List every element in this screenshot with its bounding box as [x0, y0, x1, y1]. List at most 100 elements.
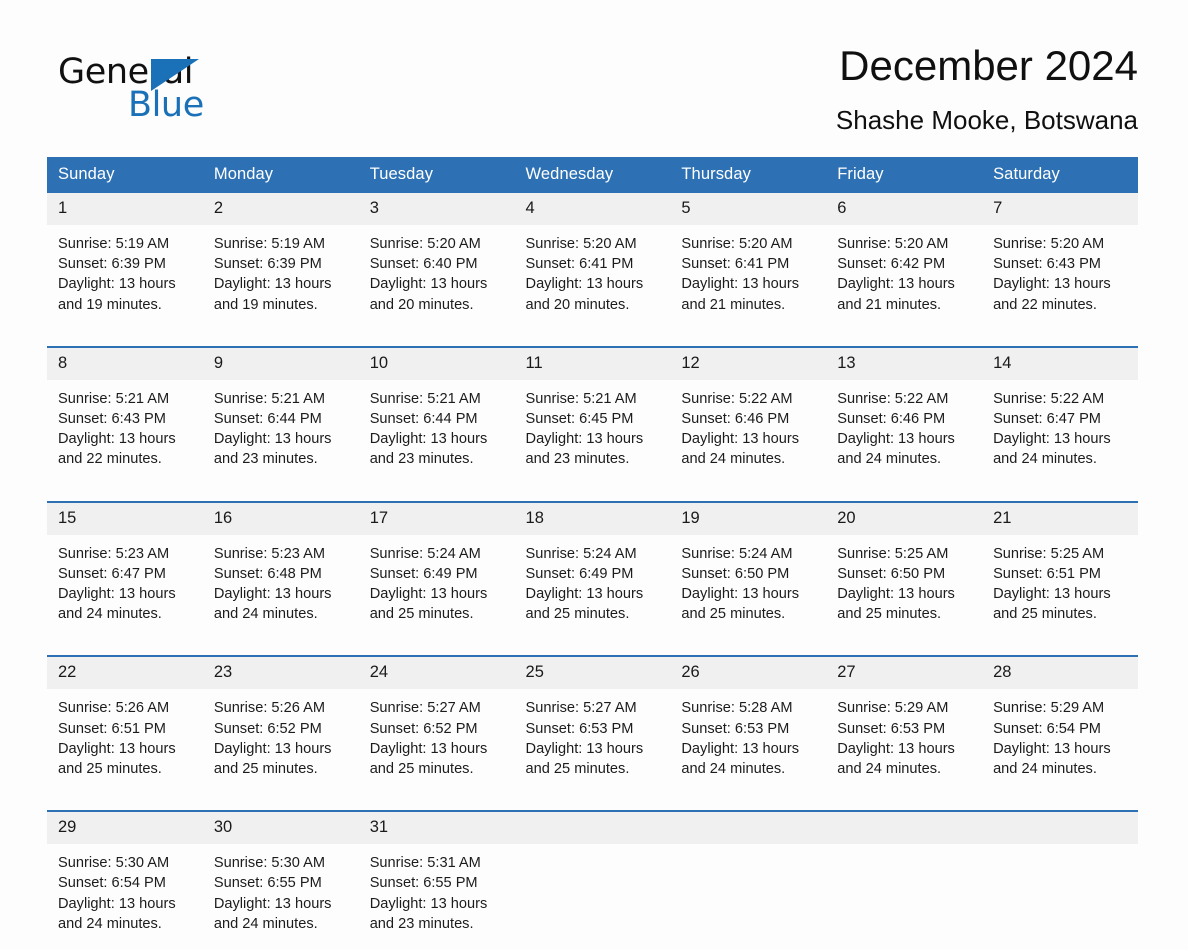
day-details: Sunrise: 5:30 AM Sunset: 6:55 PM Dayligh…	[203, 844, 359, 950]
sunrise-text: Sunrise: 5:21 AM	[525, 390, 637, 407]
day-cell[interactable]: 6 Sunrise: 5:20 AM Sunset: 6:42 PM Dayli…	[826, 193, 983, 331]
day-cell-empty	[982, 810, 1138, 950]
sunset-text: Sunset: 6:54 PM	[993, 720, 1101, 737]
week-spacer	[47, 485, 1138, 502]
daylight-text-line1: Daylight: 13 hours	[525, 431, 644, 448]
daylight-text-line1: Daylight: 13 hours	[213, 431, 332, 448]
day-cell[interactable]: 23 Sunrise: 5:26 AM Sunset: 6:52 PM Dayl…	[202, 655, 359, 796]
day-details: Sunrise: 5:26 AM Sunset: 6:52 PM Dayligh…	[203, 689, 359, 795]
day-details: Sunrise: 5:30 AM Sunset: 6:54 PM Dayligh…	[47, 844, 203, 950]
day-details: Sunrise: 5:29 AM Sunset: 6:53 PM Dayligh…	[826, 689, 982, 795]
sunrise-text: Sunrise: 5:29 AM	[837, 700, 949, 717]
sunrise-text: Sunrise: 5:26 AM	[213, 700, 325, 717]
sunrise-text: Sunrise: 5:19 AM	[213, 236, 325, 252]
sunset-text: Sunset: 6:47 PM	[993, 411, 1101, 428]
calendar-body: 1 Sunrise: 5:19 AM Sunset: 6:39 PM Dayli…	[47, 193, 1138, 950]
day-cell[interactable]: 16 Sunrise: 5:23 AM Sunset: 6:48 PM Dayl…	[202, 500, 359, 641]
day-cell[interactable]: 19 Sunrise: 5:24 AM Sunset: 6:50 PM Dayl…	[670, 500, 827, 641]
day-cell[interactable]: 25 Sunrise: 5:27 AM Sunset: 6:53 PM Dayl…	[514, 655, 671, 796]
day-cell[interactable]: 17 Sunrise: 5:24 AM Sunset: 6:49 PM Dayl…	[358, 500, 515, 641]
daylight-text-line1: Daylight: 13 hours	[525, 586, 644, 603]
sunset-text: Sunset: 6:46 PM	[837, 411, 946, 428]
day-cell[interactable]: 20 Sunrise: 5:25 AM Sunset: 6:50 PM Dayl…	[826, 500, 983, 641]
sunrise-text: Sunrise: 5:30 AM	[58, 855, 170, 872]
week-spacer	[47, 330, 1138, 347]
day-details: Sunrise: 5:24 AM Sunset: 6:49 PM Dayligh…	[359, 535, 515, 641]
day-cell[interactable]: 10 Sunrise: 5:21 AM Sunset: 6:44 PM Dayl…	[358, 345, 515, 486]
daylight-text-line1: Daylight: 13 hours	[837, 586, 955, 603]
sunset-text: Sunset: 6:48 PM	[213, 565, 322, 582]
day-cell[interactable]: 21 Sunrise: 5:25 AM Sunset: 6:51 PM Dayl…	[982, 500, 1138, 641]
day-cell[interactable]: 7 Sunrise: 5:20 AM Sunset: 6:43 PM Dayli…	[982, 193, 1138, 331]
daylight-text-line1: Daylight: 13 hours	[837, 431, 955, 448]
calendar-week-row: 22 Sunrise: 5:26 AM Sunset: 6:51 PM Dayl…	[47, 655, 1138, 796]
day-cell[interactable]: 30 Sunrise: 5:30 AM Sunset: 6:55 PM Dayl…	[202, 810, 359, 950]
day-details: Sunrise: 5:27 AM Sunset: 6:52 PM Dayligh…	[359, 689, 515, 795]
day-cell[interactable]: 26 Sunrise: 5:28 AM Sunset: 6:53 PM Dayl…	[670, 655, 827, 796]
day-cell[interactable]: 18 Sunrise: 5:24 AM Sunset: 6:49 PM Dayl…	[514, 500, 671, 641]
sunset-text: Sunset: 6:49 PM	[369, 565, 478, 582]
day-cell[interactable]: 31 Sunrise: 5:31 AM Sunset: 6:55 PM Dayl…	[358, 810, 515, 950]
sunrise-text: Sunrise: 5:27 AM	[525, 700, 637, 717]
day-cell[interactable]: 11 Sunrise: 5:21 AM Sunset: 6:45 PM Dayl…	[514, 345, 671, 486]
daylight-text-line1: Daylight: 13 hours	[837, 740, 955, 757]
daylight-text-line2: and 23 minutes.	[213, 451, 318, 468]
daylight-text-line2: and 25 minutes.	[525, 606, 630, 623]
day-number: 12	[670, 347, 827, 380]
sunset-text: Sunset: 6:49 PM	[525, 565, 634, 582]
sunrise-text: Sunrise: 5:21 AM	[369, 390, 481, 407]
day-cell[interactable]: 5 Sunrise: 5:20 AM Sunset: 6:41 PM Dayli…	[670, 193, 827, 331]
calendar-week-row: 1 Sunrise: 5:19 AM Sunset: 6:39 PM Dayli…	[47, 193, 1138, 331]
day-details: Sunrise: 5:21 AM Sunset: 6:44 PM Dayligh…	[359, 380, 515, 486]
day-cell[interactable]: 15 Sunrise: 5:23 AM Sunset: 6:47 PM Dayl…	[47, 500, 203, 641]
sunrise-text: Sunrise: 5:27 AM	[369, 700, 481, 717]
sunrise-text: Sunrise: 5:20 AM	[993, 236, 1105, 252]
sunrise-text: Sunrise: 5:23 AM	[58, 545, 170, 562]
day-cell[interactable]: 1 Sunrise: 5:19 AM Sunset: 6:39 PM Dayli…	[47, 193, 203, 331]
day-cell[interactable]: 29 Sunrise: 5:30 AM Sunset: 6:54 PM Dayl…	[47, 810, 203, 950]
sunrise-text: Sunrise: 5:31 AM	[369, 855, 481, 872]
day-number: 30	[202, 812, 359, 845]
day-number: 21	[982, 502, 1138, 535]
title-block: December 2024 Shashe Mooke, Botswana	[836, 40, 1138, 135]
daylight-text-line1: Daylight: 13 hours	[681, 586, 800, 603]
day-number: 24	[358, 657, 515, 690]
daylight-text-line1: Daylight: 13 hours	[58, 895, 176, 912]
sunrise-text: Sunrise: 5:22 AM	[837, 390, 949, 407]
weekday-header-tuesday: Tuesday	[358, 157, 515, 193]
day-cell[interactable]: 12 Sunrise: 5:22 AM Sunset: 6:46 PM Dayl…	[670, 345, 827, 486]
day-details	[982, 844, 1138, 920]
sunset-text: Sunset: 6:40 PM	[369, 256, 478, 273]
day-number: 15	[47, 502, 203, 535]
day-cell[interactable]: 14 Sunrise: 5:22 AM Sunset: 6:47 PM Dayl…	[982, 345, 1138, 486]
sunset-text: Sunset: 6:52 PM	[369, 720, 478, 737]
day-cell[interactable]: 4 Sunrise: 5:20 AM Sunset: 6:41 PM Dayli…	[514, 193, 671, 331]
daylight-text-line1: Daylight: 13 hours	[369, 431, 488, 448]
sunset-text: Sunset: 6:44 PM	[213, 411, 322, 428]
day-cell[interactable]: 22 Sunrise: 5:26 AM Sunset: 6:51 PM Dayl…	[47, 655, 203, 796]
sunrise-text: Sunrise: 5:20 AM	[369, 236, 481, 252]
day-number: 25	[514, 657, 671, 690]
day-number: 23	[202, 657, 359, 690]
day-cell[interactable]: 27 Sunrise: 5:29 AM Sunset: 6:53 PM Dayl…	[826, 655, 983, 796]
day-number: 13	[826, 347, 983, 380]
day-cell[interactable]: 2 Sunrise: 5:19 AM Sunset: 6:39 PM Dayli…	[202, 193, 359, 331]
day-cell[interactable]: 13 Sunrise: 5:22 AM Sunset: 6:46 PM Dayl…	[826, 345, 983, 486]
day-details: Sunrise: 5:19 AM Sunset: 6:39 PM Dayligh…	[203, 225, 359, 331]
day-details: Sunrise: 5:21 AM Sunset: 6:45 PM Dayligh…	[515, 380, 671, 486]
sunrise-text: Sunrise: 5:23 AM	[213, 545, 325, 562]
day-cell[interactable]: 24 Sunrise: 5:27 AM Sunset: 6:52 PM Dayl…	[358, 655, 515, 796]
week-spacer-cell	[47, 795, 1138, 812]
daylight-text-line1: Daylight: 13 hours	[993, 586, 1111, 603]
daylight-text-line1: Daylight: 13 hours	[369, 276, 488, 293]
day-details: Sunrise: 5:20 AM Sunset: 6:40 PM Dayligh…	[359, 225, 515, 331]
day-cell[interactable]: 28 Sunrise: 5:29 AM Sunset: 6:54 PM Dayl…	[982, 655, 1138, 796]
day-cell[interactable]: 8 Sunrise: 5:21 AM Sunset: 6:43 PM Dayli…	[47, 345, 203, 486]
day-cell-empty	[826, 810, 983, 950]
day-number: 20	[826, 502, 983, 535]
day-cell[interactable]: 3 Sunrise: 5:20 AM Sunset: 6:40 PM Dayli…	[358, 193, 515, 331]
day-cell[interactable]: 9 Sunrise: 5:21 AM Sunset: 6:44 PM Dayli…	[202, 345, 359, 486]
daylight-text-line1: Daylight: 13 hours	[369, 740, 488, 757]
daylight-text-line1: Daylight: 13 hours	[837, 276, 955, 293]
daylight-text-line2: and 24 minutes.	[837, 761, 942, 778]
